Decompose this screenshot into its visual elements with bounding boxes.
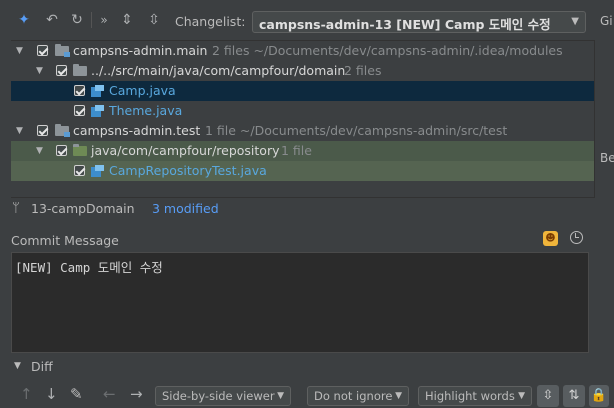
modified-count-link[interactable]: 3 modified (152, 201, 219, 216)
tree-row-name: Camp.java (109, 83, 176, 98)
diff-section-label[interactable]: Diff (31, 359, 53, 374)
refresh-icon[interactable]: ↻ (68, 11, 86, 29)
chevron-down-icon[interactable]: ▼ (16, 121, 23, 141)
sync-scroll-icon[interactable]: ⇅ (563, 385, 585, 407)
include-checkbox[interactable] (74, 165, 85, 176)
module-folder-icon (55, 124, 70, 137)
diff-collapse-chevron-icon[interactable]: ▼ (14, 361, 21, 371)
include-checkbox[interactable] (74, 85, 85, 96)
tree-row-name: campsns-admin.test (73, 123, 201, 138)
chevron-down-icon[interactable]: ▼ (36, 61, 43, 81)
tree-row-module-test[interactable]: ▼ campsns-admin.test 1 file ~/Documents/… (11, 121, 594, 141)
tree-row-file-theme[interactable]: Theme.java (11, 101, 594, 121)
highlight-mode-dropdown[interactable]: Highlight words ▼ (418, 386, 532, 406)
tree-row-meta: 2 files ~/Documents/dev/campsns-admin/.i… (212, 43, 563, 58)
edit-source-icon[interactable]: ✎ (70, 385, 83, 403)
changelist-label: Changelist: (175, 14, 246, 29)
tree-row-meta: 2 files (344, 63, 382, 78)
toolbar-overflow-icon[interactable]: » (95, 11, 113, 29)
include-checkbox[interactable] (37, 45, 48, 56)
side-panel-text-top: Gi (600, 14, 613, 28)
back-arrow-icon[interactable]: ← (103, 385, 116, 403)
lock-icon[interactable]: 🔒 (589, 385, 609, 407)
rollback-icon[interactable]: ↶ (43, 11, 61, 29)
include-checkbox[interactable] (56, 145, 67, 156)
changes-toolbar: ✦ ↶ ↻ » ⇕ ⇳ Changelist: campsns-admin-13… (0, 0, 614, 40)
tree-row-file-camprepositorytest[interactable]: CampRepositoryTest.java (11, 161, 594, 181)
highlight-mode-value: Highlight words (425, 389, 515, 403)
chevron-down-icon: ▼ (395, 391, 402, 401)
collapse-all-icon[interactable]: ⇳ (145, 11, 163, 29)
chevron-down-icon: ▼ (518, 391, 525, 401)
changelist-value: campsns-admin-13 [NEW] Camp 도메인 수정 (259, 17, 551, 32)
forward-arrow-icon[interactable]: → (130, 385, 143, 403)
java-file-icon (91, 85, 104, 98)
pin-icon[interactable]: ✦ (15, 11, 33, 29)
java-file-icon (91, 105, 104, 118)
expand-all-icon[interactable]: ⇕ (118, 11, 136, 29)
commit-message-text[interactable]: [NEW] Camp 도메인 수정 (15, 257, 163, 276)
tree-row-file-camp[interactable]: Camp.java (11, 81, 594, 101)
commit-message-label: Commit Message (11, 233, 119, 248)
include-checkbox[interactable] (56, 65, 67, 76)
ignore-whitespace-value: Do not ignore (314, 389, 393, 403)
branch-name[interactable]: 13-campDomain (31, 201, 135, 216)
tree-row-name: campsns-admin.main (73, 43, 208, 58)
folder-icon (73, 64, 87, 76)
chevron-down-icon[interactable]: ▼ (16, 41, 23, 61)
tree-row-name: java/com/campfour/repository (91, 143, 280, 158)
commit-history-clock-icon[interactable] (570, 231, 583, 244)
tree-row-directory-domain[interactable]: ▼ ../../src/main/java/com/campfour/domai… (11, 61, 594, 81)
tree-row-name: CampRepositoryTest.java (109, 163, 267, 178)
collapse-unchanged-icon[interactable]: ⇳ (537, 385, 559, 407)
commit-message-input[interactable]: [NEW] Camp 도메인 수정 (11, 252, 589, 353)
include-checkbox[interactable] (37, 125, 48, 136)
tree-row-name: ../../src/main/java/com/campfour/domain (91, 63, 346, 78)
next-difference-icon[interactable]: ↓ (45, 385, 58, 403)
changelist-dropdown[interactable]: campsns-admin-13 [NEW] Camp 도메인 수정 ▼ (252, 11, 586, 33)
tree-row-module-main[interactable]: ▼ campsns-admin.main 2 files ~/Documents… (11, 41, 594, 61)
ignore-whitespace-dropdown[interactable]: Do not ignore ▼ (307, 386, 409, 406)
module-folder-icon (55, 44, 70, 57)
tree-row-directory-repository[interactable]: ▼ java/com/campfour/repository 1 file (11, 141, 594, 161)
include-checkbox[interactable] (74, 105, 85, 116)
changes-tree[interactable]: ▼ campsns-admin.main 2 files ~/Documents… (11, 40, 595, 198)
chevron-down-icon[interactable]: ▼ (36, 141, 43, 161)
java-file-icon (91, 165, 104, 178)
tree-row-meta: 1 file (281, 143, 312, 158)
toolbar-separator (91, 12, 92, 28)
chevron-down-icon: ▼ (571, 16, 579, 27)
tree-row-name: Theme.java (109, 103, 183, 118)
tree-row-meta: 1 file ~/Documents/dev/campsns-admin/src… (205, 123, 508, 138)
emoji-icon[interactable]: ☻ (543, 231, 558, 246)
chevron-down-icon: ▼ (277, 391, 284, 401)
previous-difference-icon[interactable]: ↑ (20, 385, 33, 403)
viewer-mode-dropdown[interactable]: Side-by-side viewer ▼ (155, 386, 291, 406)
test-folder-icon (73, 144, 87, 156)
side-panel-text-middle: Be (600, 151, 614, 165)
viewer-mode-value: Side-by-side viewer (162, 389, 275, 403)
branch-icon: ᛘ (12, 201, 20, 216)
